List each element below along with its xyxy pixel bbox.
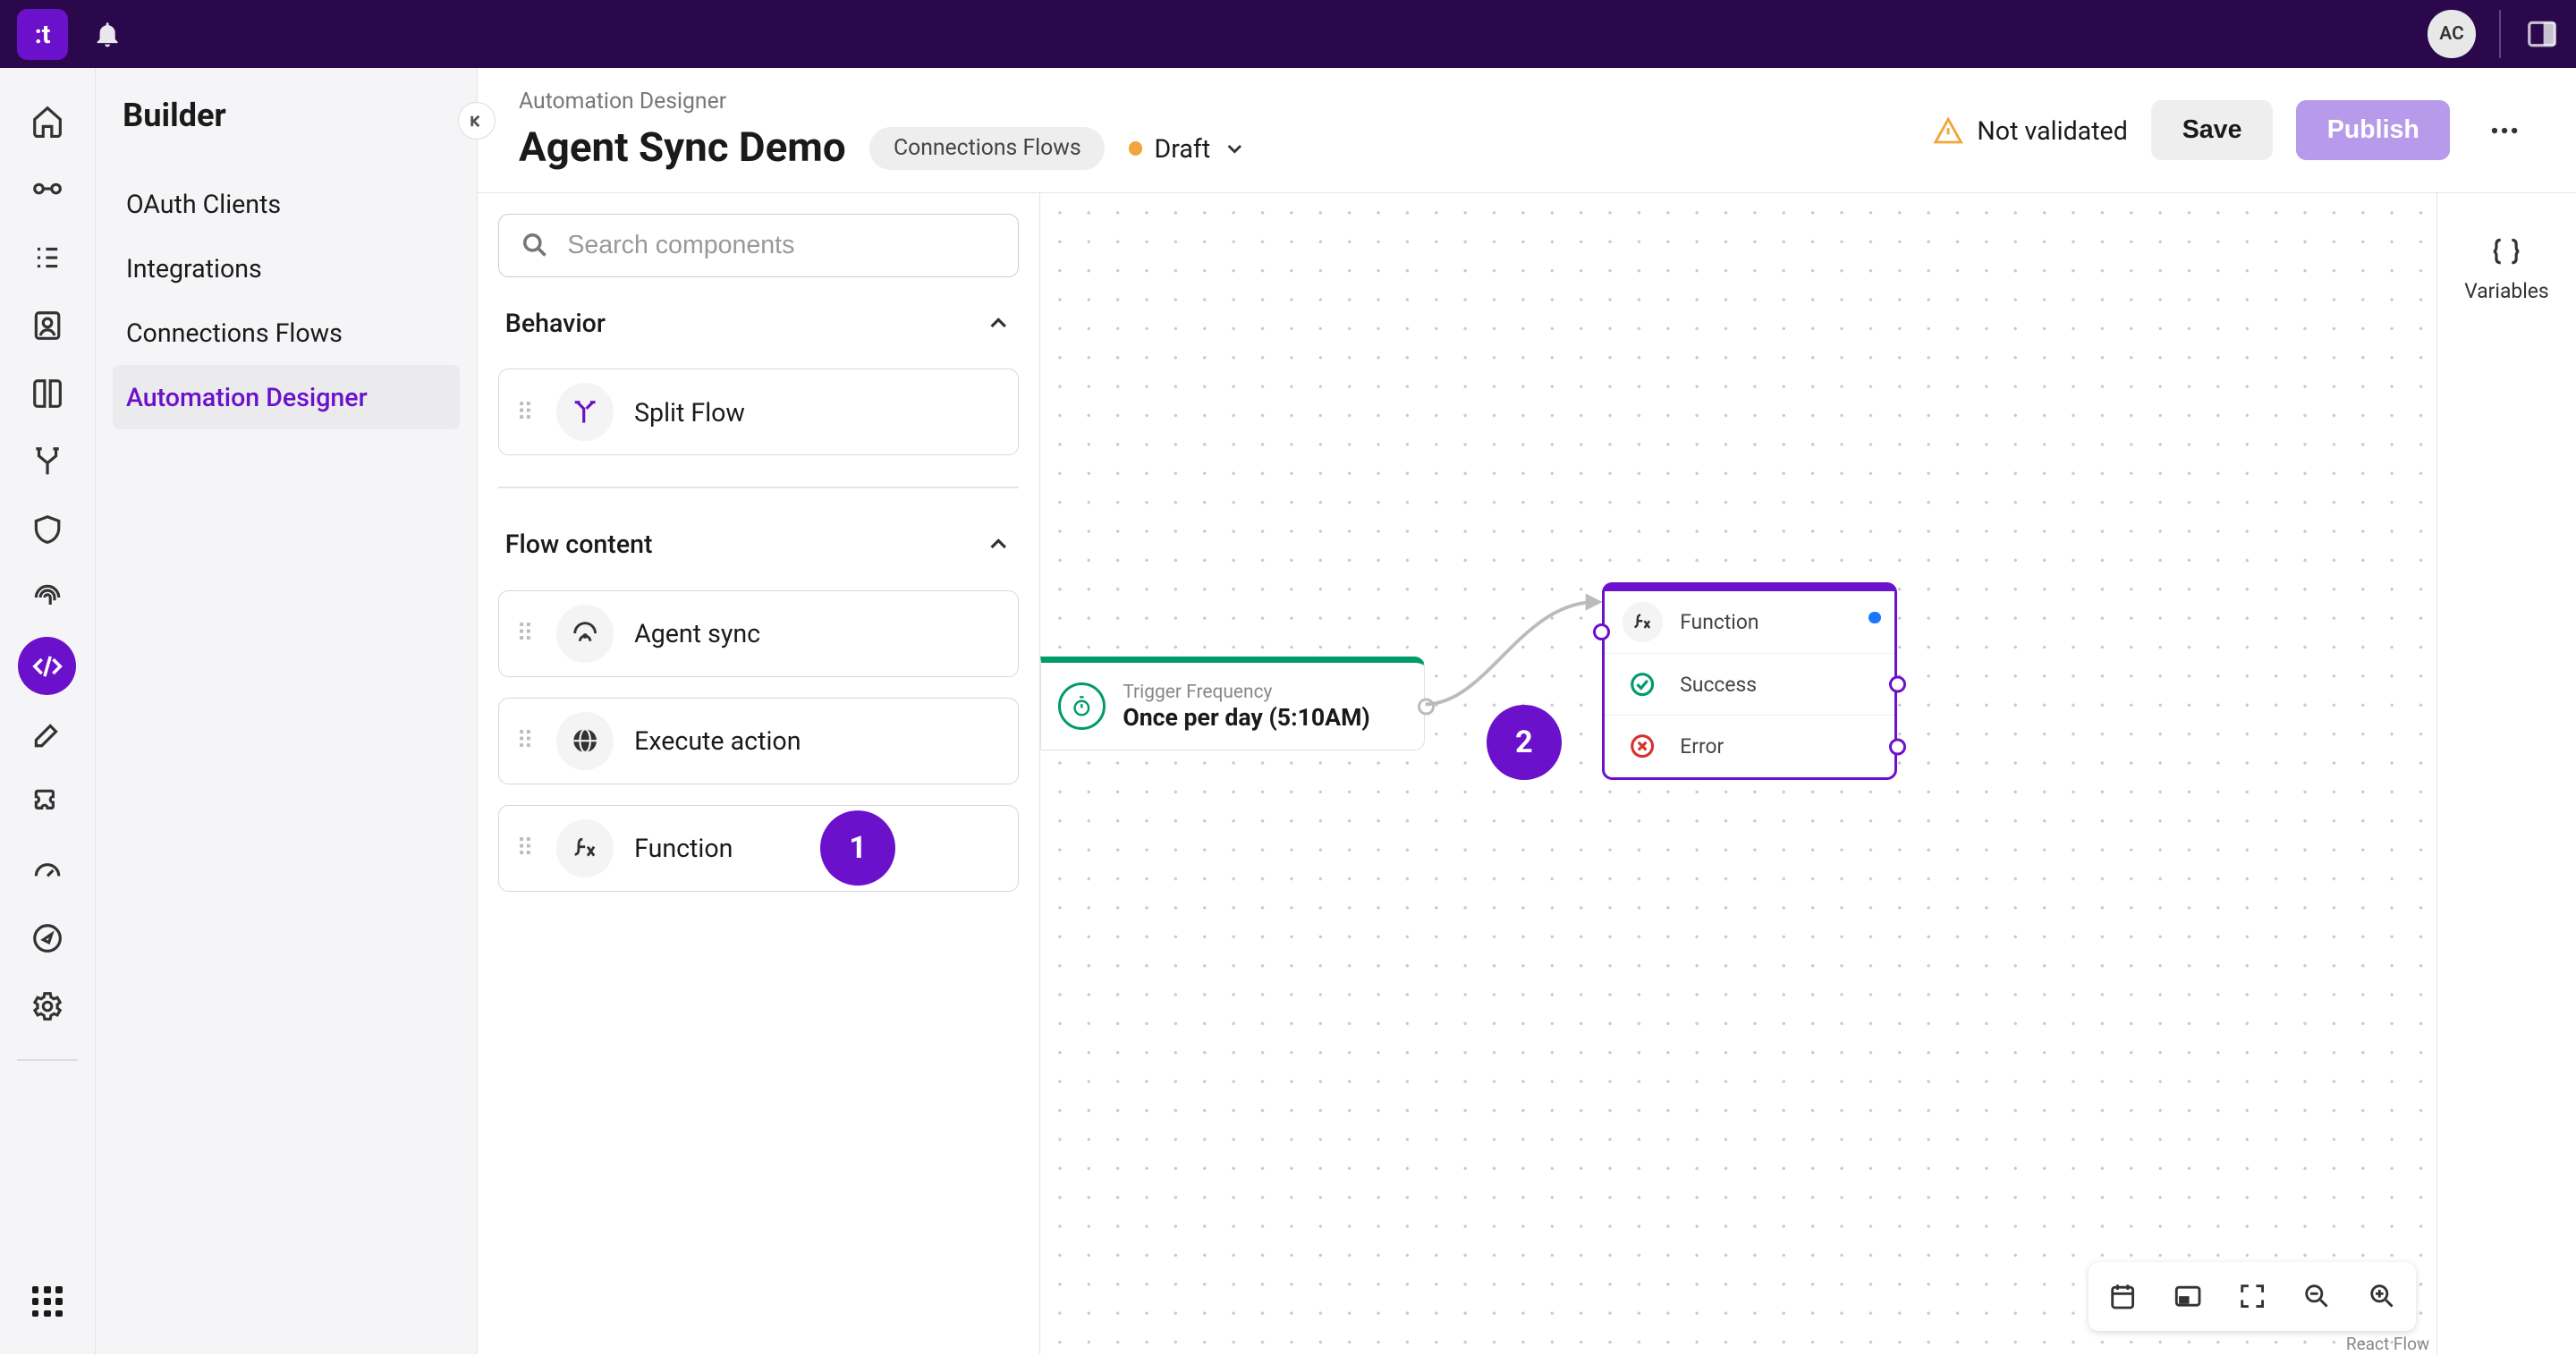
nav-edit-icon[interactable] bbox=[18, 705, 76, 763]
function-node-title: Function bbox=[1680, 610, 1758, 634]
drag-handle-icon: ⠿ bbox=[516, 398, 535, 427]
success-port-label: Success bbox=[1680, 673, 1757, 697]
search-input[interactable] bbox=[567, 231, 997, 260]
canvas-controls bbox=[2089, 1262, 2416, 1330]
stopwatch-icon bbox=[1058, 682, 1106, 730]
app-launcher-icon[interactable] bbox=[18, 1273, 76, 1331]
flow-canvas[interactable]: Trigger Frequency Once per day (5:10AM) bbox=[1040, 193, 2576, 1354]
agent-icon bbox=[556, 605, 614, 663]
more-menu-button[interactable] bbox=[2474, 99, 2536, 161]
nav-home-icon[interactable] bbox=[18, 92, 76, 150]
function-fx-icon bbox=[1623, 602, 1664, 643]
canvas-zoom-in-button[interactable] bbox=[2354, 1269, 2409, 1324]
success-output-port[interactable] bbox=[1889, 675, 1906, 692]
chevron-up-icon bbox=[985, 309, 1012, 336]
component-split-flow[interactable]: ⠿ Split Flow bbox=[498, 369, 1019, 455]
trigger-value: Once per day (5:10AM) bbox=[1123, 703, 1369, 732]
annotation-badge-2: 2 bbox=[1487, 705, 1562, 780]
save-button[interactable]: Save bbox=[2151, 100, 2272, 160]
canvas-minimap-button[interactable] bbox=[2160, 1269, 2215, 1324]
error-port-label: Error bbox=[1680, 734, 1724, 759]
canvas-fit-button[interactable] bbox=[2225, 1269, 2280, 1324]
nav-compass-icon[interactable] bbox=[18, 910, 76, 968]
nav-list-icon[interactable] bbox=[18, 228, 76, 286]
secondary-nav-title: Builder bbox=[113, 96, 461, 134]
component-execute-action[interactable]: ⠿ Execute action bbox=[498, 698, 1019, 784]
nav-code-icon[interactable] bbox=[18, 637, 76, 695]
chevron-down-icon bbox=[1223, 137, 1247, 161]
error-output-port[interactable] bbox=[1889, 738, 1906, 755]
section-behavior-header[interactable]: Behavior bbox=[498, 298, 1019, 349]
secondary-nav: Builder OAuth Clients Integrations Conne… bbox=[96, 68, 478, 1354]
page-header: Automation Designer Agent Sync Demo Conn… bbox=[478, 68, 2576, 193]
topbar: :t AC bbox=[0, 0, 2576, 68]
category-pill: Connections Flows bbox=[869, 127, 1105, 170]
function-node[interactable]: Function Success bbox=[1602, 582, 1897, 780]
components-panel: Behavior ⠿ Split Flow Flow content bbox=[478, 193, 1040, 1354]
unsaved-indicator-icon bbox=[1868, 612, 1880, 623]
canvas-zoom-out-button[interactable] bbox=[2290, 1269, 2344, 1324]
component-function[interactable]: ⠿ Function 1 bbox=[498, 805, 1019, 892]
sidenav-item-automation-designer[interactable]: Automation Designer bbox=[113, 365, 461, 429]
braces-icon bbox=[2489, 234, 2523, 268]
canvas-calendar-button[interactable] bbox=[2096, 1269, 2150, 1324]
input-port[interactable] bbox=[1593, 623, 1610, 640]
nav-merge-icon[interactable] bbox=[18, 433, 76, 491]
success-check-icon bbox=[1623, 664, 1664, 705]
canvas-attribution: React Flow bbox=[2346, 1334, 2429, 1354]
publish-button[interactable]: Publish bbox=[2296, 100, 2450, 160]
status-dropdown[interactable]: Draft bbox=[1129, 133, 1246, 164]
drag-handle-icon: ⠿ bbox=[516, 726, 535, 755]
status-dot-icon bbox=[1129, 141, 1142, 155]
sidenav-item-integrations[interactable]: Integrations bbox=[113, 236, 461, 301]
split-icon bbox=[556, 383, 614, 441]
warning-icon bbox=[1933, 115, 1963, 146]
drag-handle-icon: ⠿ bbox=[516, 834, 535, 862]
icon-rail bbox=[0, 68, 96, 1354]
panel-toggle-icon[interactable] bbox=[2525, 17, 2559, 51]
sidenav-item-connections-flows[interactable]: Connections Flows bbox=[113, 301, 461, 365]
nav-fingerprint-icon[interactable] bbox=[18, 569, 76, 627]
avatar[interactable]: AC bbox=[2428, 10, 2475, 57]
component-agent-sync[interactable]: ⠿ Agent sync bbox=[498, 590, 1019, 677]
function-fx-icon bbox=[556, 819, 614, 877]
trigger-title: Trigger Frequency bbox=[1123, 682, 1369, 703]
sidenav-item-oauth-clients[interactable]: OAuth Clients bbox=[113, 172, 461, 236]
output-port[interactable] bbox=[1418, 698, 1435, 715]
nav-contacts-icon[interactable] bbox=[18, 296, 76, 354]
trigger-node[interactable]: Trigger Frequency Once per day (5:10AM) bbox=[1040, 657, 1425, 750]
nav-puzzle-icon[interactable] bbox=[18, 774, 76, 832]
error-x-icon bbox=[1623, 726, 1664, 767]
nav-book-icon[interactable] bbox=[18, 365, 76, 423]
validation-status: Not validated bbox=[1933, 115, 2128, 146]
breadcrumb: Automation Designer bbox=[519, 89, 1246, 114]
nav-shield-icon[interactable] bbox=[18, 501, 76, 559]
section-flow-content-header[interactable]: Flow content bbox=[498, 519, 1019, 570]
search-icon bbox=[520, 230, 550, 260]
nav-gauge-icon[interactable] bbox=[18, 842, 76, 900]
nav-settings-icon[interactable] bbox=[18, 978, 76, 1036]
variables-rail[interactable]: Variables bbox=[2436, 193, 2576, 1354]
page-title: Agent Sync Demo bbox=[519, 124, 846, 172]
status-label: Draft bbox=[1155, 133, 1211, 164]
nav-link-icon[interactable] bbox=[18, 160, 76, 218]
search-components[interactable] bbox=[498, 214, 1019, 277]
variables-label: Variables bbox=[2464, 279, 2548, 303]
globe-icon bbox=[556, 712, 614, 770]
drag-handle-icon: ⠿ bbox=[516, 619, 535, 648]
chevron-up-icon bbox=[985, 530, 1012, 557]
app-logo[interactable]: :t bbox=[17, 9, 68, 60]
annotation-badge-1: 1 bbox=[820, 810, 895, 886]
notifications-bell-icon[interactable] bbox=[92, 19, 123, 49]
